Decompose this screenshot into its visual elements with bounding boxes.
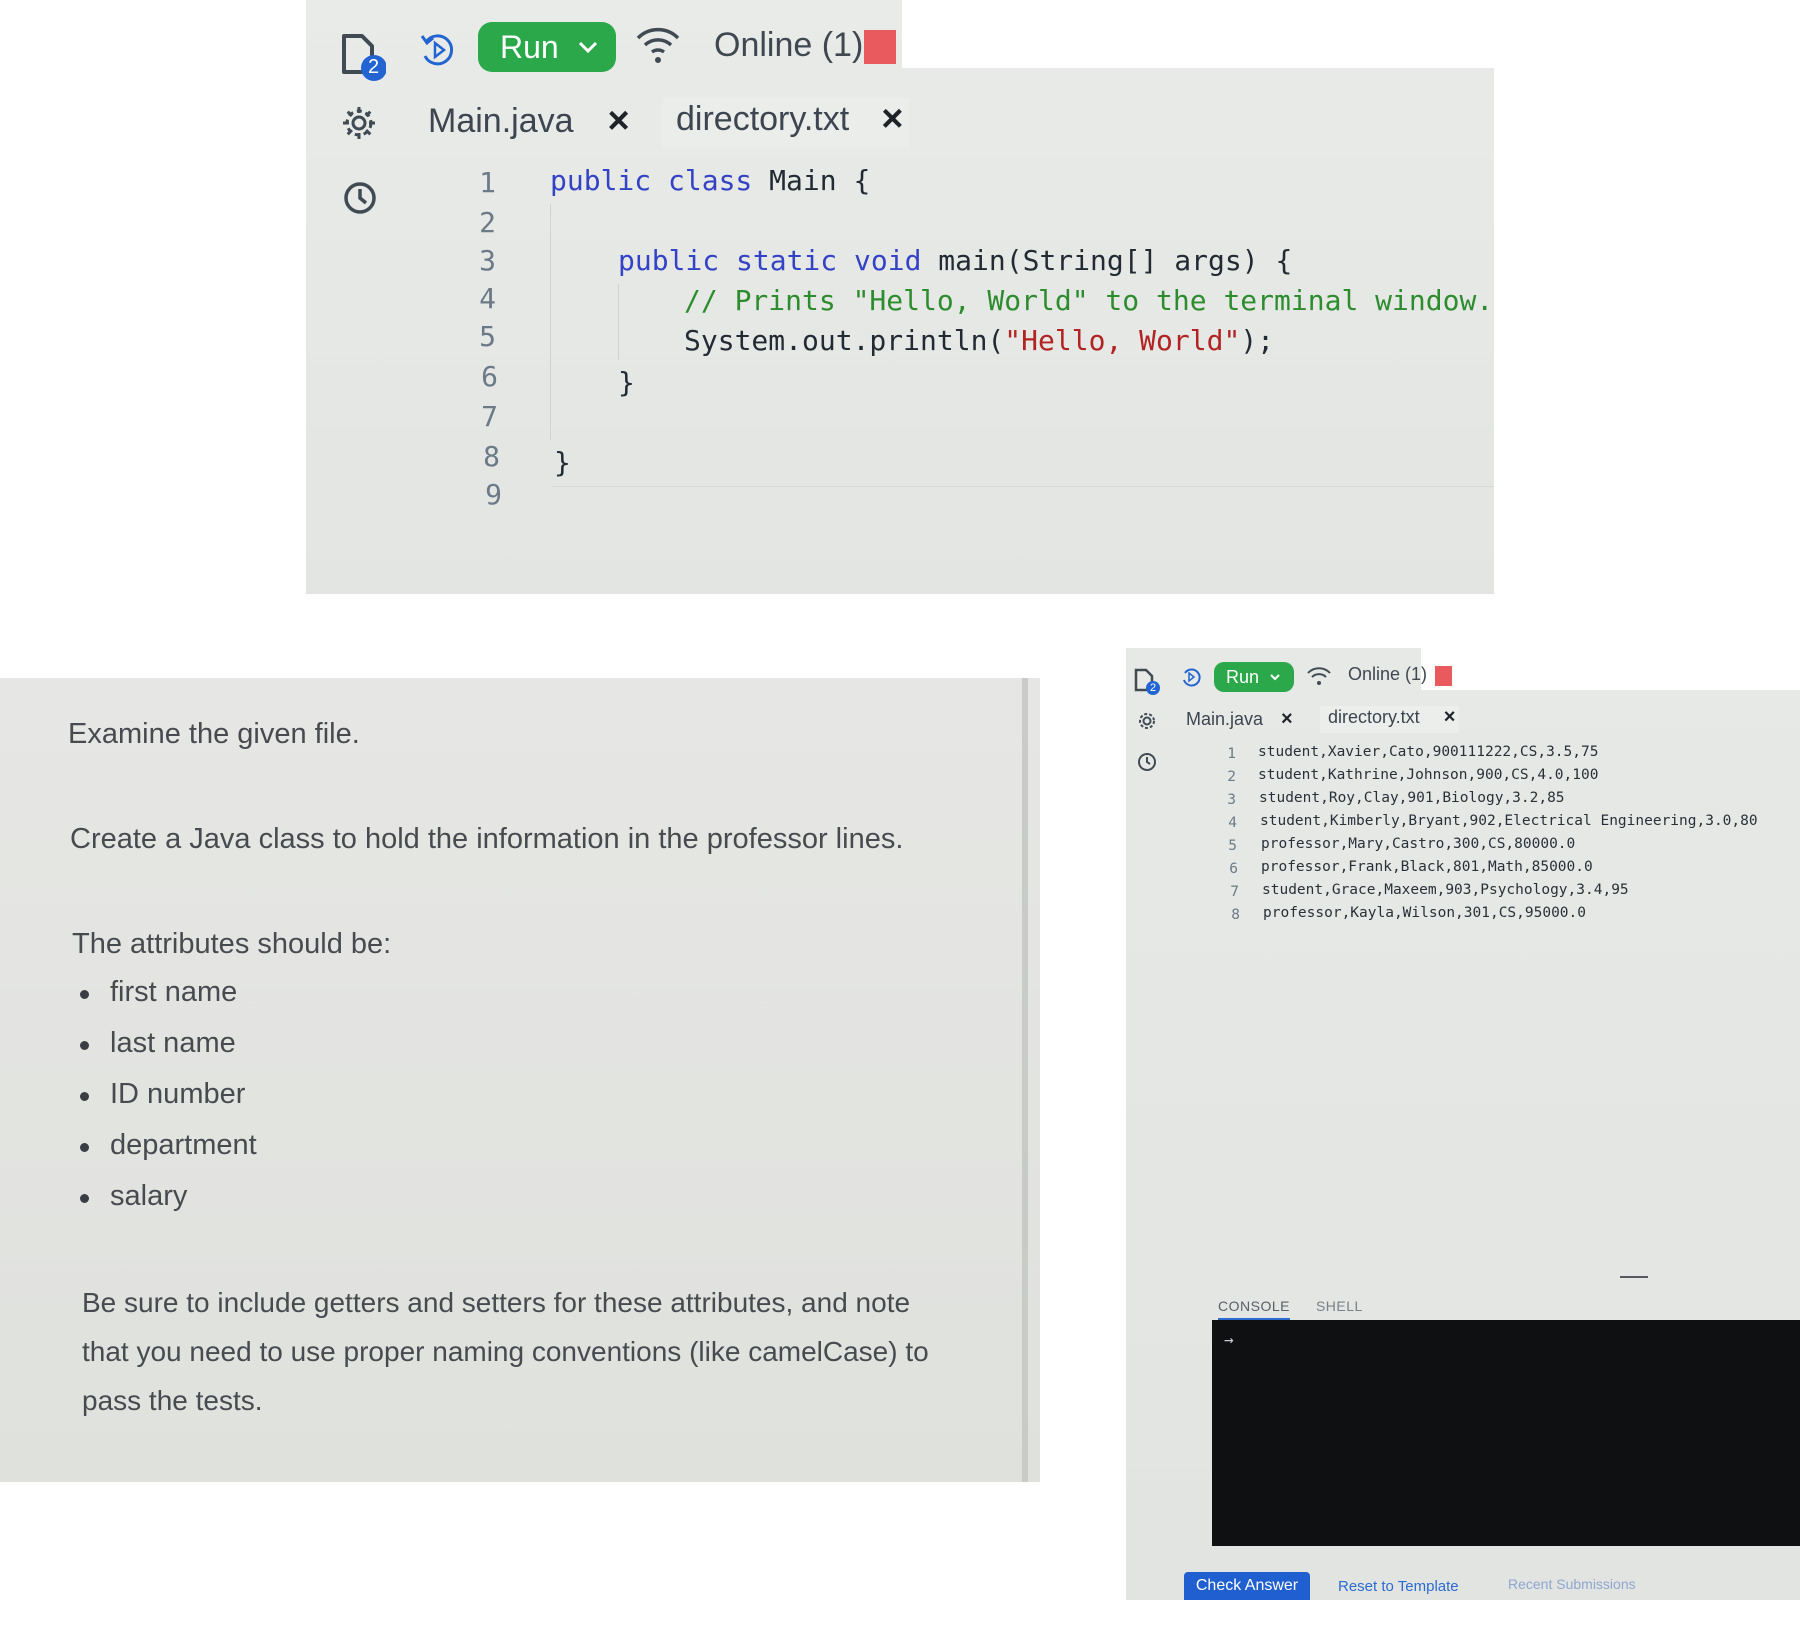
file-line: student,Kathrine,Johnson,900,CS,4.0,100: [1258, 767, 1599, 783]
console-tab-bar: CONSOLE SHELL: [1218, 1298, 1363, 1320]
line-number: 8: [1231, 907, 1240, 923]
file-line: student,Kimberly,Bryant,902,Electrical E…: [1260, 813, 1758, 829]
run-button-label: Run: [500, 28, 559, 65]
line-number: 6: [1229, 861, 1238, 877]
list-item: ID number: [80, 1078, 257, 1129]
list-item: first name: [80, 976, 257, 1027]
instruction-text: The attributes should be:: [72, 928, 392, 960]
list-item: department: [80, 1129, 257, 1180]
file-line: professor,Frank,Black,801,Math,85000.0: [1261, 859, 1593, 875]
chevron-down-icon: [1269, 673, 1281, 681]
line-number: 7: [481, 400, 498, 433]
line-number: 4: [1228, 815, 1237, 831]
check-answer-button[interactable]: Check Answer: [1184, 1572, 1310, 1600]
line-number: 2: [1227, 769, 1236, 785]
ide-bottom-panel: 2 Run Online (1) Main.java × directory.t…: [1126, 648, 1800, 1600]
header-blank-area: [902, 0, 1614, 68]
gear-icon[interactable]: [340, 104, 378, 142]
indent-guide: [618, 284, 619, 360]
wifi-icon: [634, 22, 682, 66]
gear-icon[interactable]: [1136, 710, 1158, 732]
attribute-list: first name last name ID number departmen…: [80, 976, 257, 1231]
tab-label: directory.txt: [1328, 707, 1420, 727]
line-number: 8: [483, 440, 500, 473]
close-icon[interactable]: ×: [1281, 708, 1293, 731]
replay-icon[interactable]: [418, 30, 458, 70]
line-number: 3: [1227, 792, 1236, 808]
code-line-6: }: [618, 366, 635, 399]
line-number: 5: [479, 320, 496, 353]
close-icon[interactable]: ×: [1444, 706, 1456, 729]
run-button[interactable]: Run: [478, 22, 616, 72]
files-badge-count: 2: [1150, 682, 1157, 694]
line-number: 1: [479, 166, 496, 199]
panel-edge: [1022, 678, 1028, 1482]
ide-top-panel: 2 Run Online (1) Main.java × directory.t…: [306, 0, 1614, 594]
tab-shell[interactable]: SHELL: [1316, 1298, 1363, 1320]
console-prompt-icon: →: [1224, 1330, 1234, 1349]
tab-main-java[interactable]: Main.java ×: [428, 100, 630, 143]
files-badge-count: 2: [368, 56, 380, 78]
line-number: 2: [479, 206, 496, 239]
file-line: student,Grace,Maxeem,903,Psychology,3.4,…: [1262, 882, 1629, 898]
code-line-5: System.out.println("Hello, World");: [684, 324, 1275, 357]
file-line: professor,Mary,Castro,300,CS,80000.0: [1261, 836, 1576, 852]
indent-guide: [550, 204, 551, 440]
instructions-panel: Examine the given file. Create a Java cl…: [0, 678, 1040, 1482]
file-line: professor,Kayla,Wilson,301,CS,95000.0: [1263, 905, 1587, 921]
code-line-8: }: [554, 446, 571, 479]
run-button-label: Run: [1226, 666, 1260, 687]
code-line-1: public class Main {: [550, 164, 871, 197]
code-editor[interactable]: 1 2 3 4 5 6 7 8 student,Xavier,Cato,9001…: [1126, 740, 1800, 950]
list-item: last name: [80, 1027, 257, 1078]
line-number: 1: [1227, 746, 1236, 762]
file-line: student,Xavier,Cato,900111222,CS,3.5,75: [1258, 744, 1599, 760]
instruction-text: Be sure to include getters and setters f…: [82, 1287, 929, 1416]
instruction-text: Examine the given file.: [68, 718, 360, 750]
tab-directory-txt[interactable]: directory.txt ×: [1320, 706, 1460, 733]
instruction-text: Create a Java class to hold the informat…: [70, 823, 904, 855]
tab-main-java[interactable]: Main.java ×: [1186, 708, 1293, 731]
tab-directory-txt[interactable]: directory.txt ×: [662, 98, 910, 149]
recent-submissions-button[interactable]: Recent Submissions: [1508, 1576, 1636, 1592]
run-button[interactable]: Run: [1214, 662, 1294, 692]
line-number: 7: [1230, 884, 1239, 900]
connection-status: Online (1): [1348, 664, 1428, 684]
tab-console[interactable]: CONSOLE: [1218, 1298, 1290, 1320]
wifi-icon: [1306, 664, 1332, 688]
code-line-3: public static void main(String[] args) {: [618, 244, 1293, 277]
current-line-highlight: [552, 486, 1494, 487]
stop-button[interactable]: [864, 30, 896, 64]
replay-icon[interactable]: [1180, 666, 1202, 688]
code-line-4: // Prints "Hello, World" to the terminal…: [684, 284, 1494, 317]
console-output[interactable]: [1212, 1320, 1800, 1546]
panel-resize-handle[interactable]: [1620, 1276, 1648, 1278]
reset-template-button[interactable]: Reset to Template: [1338, 1578, 1459, 1595]
code-editor[interactable]: 1 2 3 4 5 6 7 8 9 public class Main { pu…: [306, 160, 1494, 540]
tab-label: Main.java: [428, 102, 574, 140]
line-number: 6: [481, 360, 498, 393]
line-number: 5: [1228, 838, 1237, 854]
close-icon[interactable]: ×: [608, 100, 630, 143]
line-number: 3: [479, 244, 496, 277]
stop-button[interactable]: [1435, 666, 1452, 686]
file-line: student,Roy,Clay,901,Biology,3.2,85: [1259, 790, 1565, 806]
tab-label: directory.txt: [676, 100, 850, 138]
tab-label: Main.java: [1186, 709, 1264, 729]
line-number: 4: [479, 282, 496, 315]
header-blank-area: [1421, 648, 1800, 690]
chevron-down-icon: [577, 40, 599, 54]
connection-status: Online (1): [714, 26, 864, 64]
line-number: 9: [485, 478, 502, 511]
list-item: salary: [80, 1180, 257, 1231]
close-icon[interactable]: ×: [881, 98, 903, 141]
